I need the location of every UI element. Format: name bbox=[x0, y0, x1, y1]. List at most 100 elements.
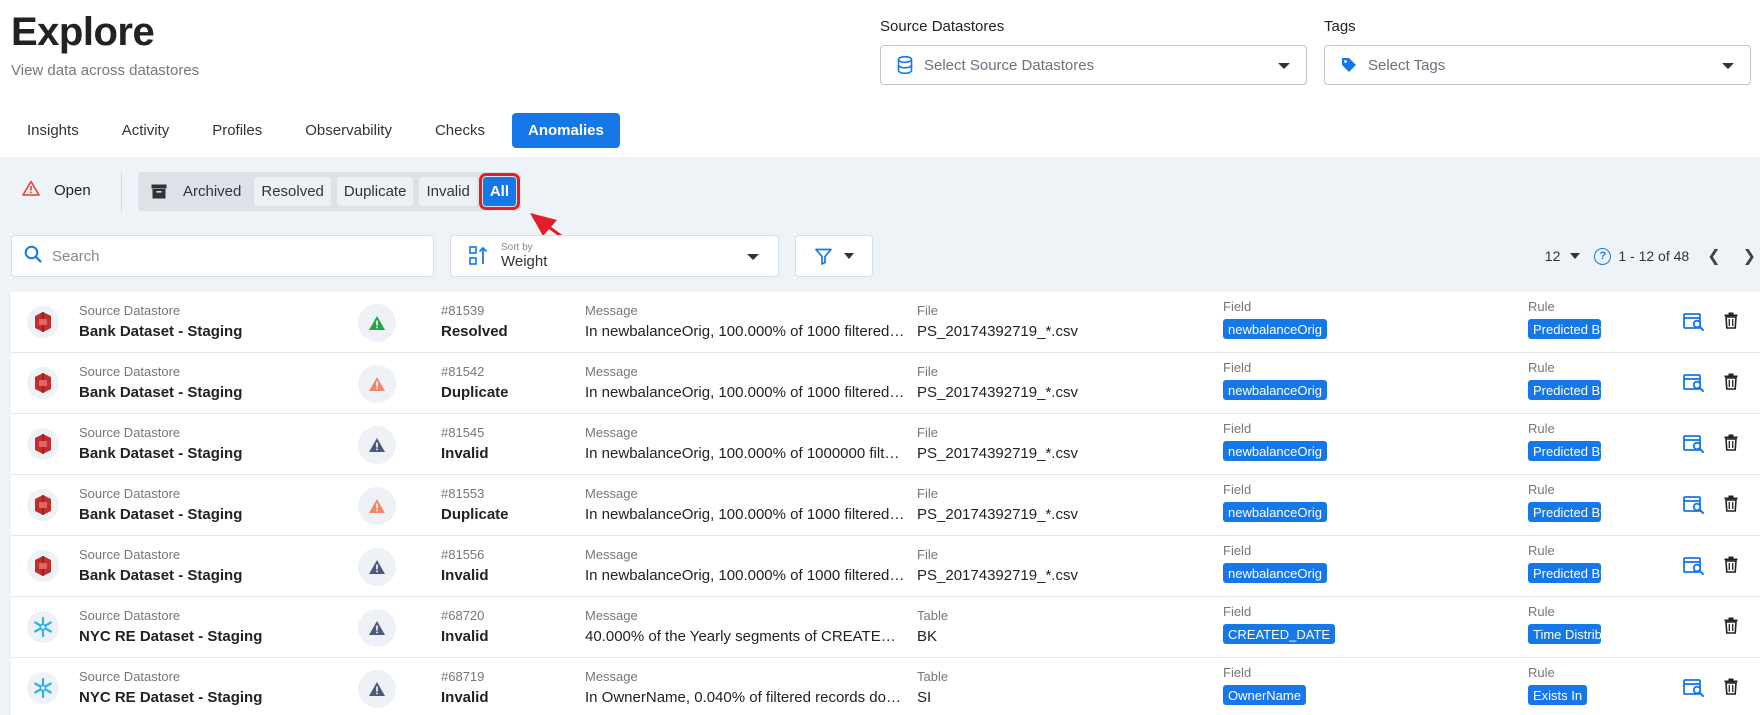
archive-icon bbox=[143, 184, 167, 199]
duplicate-filter-button[interactable]: Duplicate bbox=[336, 177, 414, 206]
source-name[interactable]: NYC RE Dataset - Staging bbox=[79, 689, 262, 706]
page-title: Explore bbox=[11, 10, 155, 54]
help-icon[interactable]: ? bbox=[1594, 247, 1612, 265]
field-label: Field bbox=[1223, 543, 1252, 558]
page-size-value[interactable]: 12 bbox=[1545, 248, 1561, 264]
delete-icon[interactable] bbox=[1724, 617, 1738, 639]
anomaly-status-icon bbox=[358, 670, 396, 708]
source-name[interactable]: Bank Dataset - Staging bbox=[79, 445, 242, 462]
tab-profiles[interactable]: Profiles bbox=[196, 113, 278, 148]
chevron-left-icon[interactable]: ❮ bbox=[1707, 246, 1720, 266]
source-datastores-select[interactable]: Select Source Datastores bbox=[880, 45, 1307, 85]
rule-tag[interactable]: Predicted By bbox=[1528, 502, 1601, 522]
source-label: Source Datastore bbox=[79, 425, 181, 440]
open-filter-button[interactable]: Open bbox=[22, 180, 91, 200]
anomaly-id[interactable]: #81539 bbox=[441, 303, 484, 318]
source-name[interactable]: Bank Dataset - Staging bbox=[79, 323, 242, 340]
tab-observability[interactable]: Observability bbox=[289, 113, 408, 148]
rule-tag[interactable]: Predicted By bbox=[1528, 319, 1601, 339]
anomaly-row[interactable]: Source Datastore Bank Dataset - Staging … bbox=[11, 292, 1760, 353]
source-name[interactable]: Bank Dataset - Staging bbox=[79, 384, 242, 401]
resolved-filter-button[interactable]: Resolved bbox=[254, 177, 331, 206]
anomaly-row[interactable]: Source Datastore Bank Dataset - Staging … bbox=[11, 475, 1760, 536]
delete-icon[interactable] bbox=[1724, 678, 1738, 700]
rule-label: Rule bbox=[1528, 482, 1555, 497]
field-tag[interactable]: newbalanceOrig bbox=[1223, 563, 1327, 583]
field-label: Field bbox=[1223, 421, 1252, 436]
source-datastores-label: Source Datastores bbox=[880, 18, 1005, 35]
chevron-down-icon[interactable] bbox=[1570, 253, 1581, 259]
delete-icon[interactable] bbox=[1724, 434, 1738, 456]
anomaly-message: In newbalanceOrig, 100.000% of 1000 filt… bbox=[585, 323, 905, 340]
anomaly-id[interactable]: #68719 bbox=[441, 669, 484, 684]
view-source-record-icon[interactable] bbox=[1683, 495, 1705, 520]
warning-icon bbox=[22, 180, 40, 200]
anomaly-id[interactable]: #68720 bbox=[441, 608, 484, 623]
delete-icon[interactable] bbox=[1724, 556, 1738, 578]
rule-label: Rule bbox=[1528, 421, 1555, 436]
field-tag[interactable]: newbalanceOrig bbox=[1223, 319, 1327, 339]
search-input[interactable]: Search bbox=[11, 235, 434, 277]
file-label: File bbox=[917, 425, 938, 440]
field-tag[interactable]: newbalanceOrig bbox=[1223, 502, 1327, 522]
anomaly-row[interactable]: Source Datastore NYC RE Dataset - Stagin… bbox=[11, 597, 1760, 658]
sort-select[interactable]: Sort by Weight bbox=[450, 235, 779, 277]
anomaly-message: 40.000% of the Yearly segments of CREATE… bbox=[585, 628, 905, 645]
search-placeholder: Search bbox=[52, 247, 100, 265]
delete-icon[interactable] bbox=[1724, 373, 1738, 395]
rule-tag[interactable]: Predicted By bbox=[1528, 563, 1601, 583]
anomaly-row[interactable]: Source Datastore Bank Dataset - Staging … bbox=[11, 536, 1760, 597]
anomaly-id[interactable]: #81545 bbox=[441, 425, 484, 440]
database-icon bbox=[895, 55, 915, 75]
view-source-record-icon[interactable] bbox=[1683, 678, 1705, 703]
tab-checks[interactable]: Checks bbox=[419, 113, 501, 148]
source-name[interactable]: Bank Dataset - Staging bbox=[79, 506, 242, 523]
divider bbox=[121, 172, 122, 212]
source-label: Source Datastore bbox=[79, 547, 181, 562]
anomaly-id[interactable]: #81542 bbox=[441, 364, 484, 379]
anomaly-id[interactable]: #81553 bbox=[441, 486, 484, 501]
view-source-record-icon[interactable] bbox=[1683, 434, 1705, 459]
chevron-right-icon[interactable]: ❯ bbox=[1743, 246, 1756, 266]
view-source-record-icon[interactable] bbox=[1683, 373, 1705, 398]
invalid-filter-button[interactable]: Invalid bbox=[419, 177, 477, 206]
page-subtitle: View data across datastores bbox=[11, 62, 200, 79]
rule-tag[interactable]: Predicted By bbox=[1528, 441, 1601, 461]
tab-insights[interactable]: Insights bbox=[11, 113, 95, 148]
source-label: Source Datastore bbox=[79, 486, 181, 501]
explore-page: Explore View data across datastores Sour… bbox=[0, 0, 1760, 715]
field-tag[interactable]: OwnerName bbox=[1223, 685, 1306, 705]
field-tag[interactable]: newbalanceOrig bbox=[1223, 380, 1327, 400]
all-filter-button[interactable]: All bbox=[478, 173, 521, 210]
source-name[interactable]: Bank Dataset - Staging bbox=[79, 567, 242, 584]
rule-tag[interactable]: Time Distribution Size bbox=[1528, 624, 1601, 644]
anomaly-row[interactable]: Source Datastore Bank Dataset - Staging … bbox=[11, 414, 1760, 475]
tab-anomalies[interactable]: Anomalies bbox=[511, 113, 620, 148]
file-label: Table bbox=[917, 608, 949, 623]
anomaly-row[interactable]: Source Datastore NYC RE Dataset - Stagin… bbox=[11, 658, 1760, 715]
redshift-icon bbox=[27, 306, 59, 338]
file-label: File bbox=[917, 303, 938, 318]
field-tag[interactable]: CREATED_DATE bbox=[1223, 624, 1336, 644]
rule-tag[interactable]: Exists In bbox=[1528, 685, 1588, 705]
file-name: PS_20174392719_*.csv bbox=[917, 506, 1078, 523]
filter-button[interactable] bbox=[795, 235, 873, 277]
field-tag[interactable]: newbalanceOrig bbox=[1223, 441, 1327, 461]
view-source-record-icon[interactable] bbox=[1683, 312, 1705, 337]
rule-tag[interactable]: Predicted By bbox=[1528, 380, 1601, 400]
anomaly-id[interactable]: #81556 bbox=[441, 547, 484, 562]
tab-activity[interactable]: Activity bbox=[106, 113, 186, 148]
view-source-record-icon[interactable] bbox=[1683, 556, 1705, 581]
anomaly-message: In newbalanceOrig, 100.000% of 1000 filt… bbox=[585, 384, 905, 401]
tags-select[interactable]: Select Tags bbox=[1324, 45, 1751, 85]
anomaly-status: Invalid bbox=[441, 628, 489, 645]
source-name[interactable]: NYC RE Dataset - Staging bbox=[79, 628, 262, 645]
archived-filter-button[interactable]: Archived bbox=[173, 177, 248, 206]
delete-icon[interactable] bbox=[1724, 495, 1738, 517]
file-label: File bbox=[917, 364, 938, 379]
delete-icon[interactable] bbox=[1724, 312, 1738, 334]
redshift-icon bbox=[27, 550, 59, 582]
chevron-down-icon bbox=[843, 253, 854, 259]
anomaly-row[interactable]: Source Datastore Bank Dataset - Staging … bbox=[11, 353, 1760, 414]
anomaly-status-icon bbox=[358, 609, 396, 647]
